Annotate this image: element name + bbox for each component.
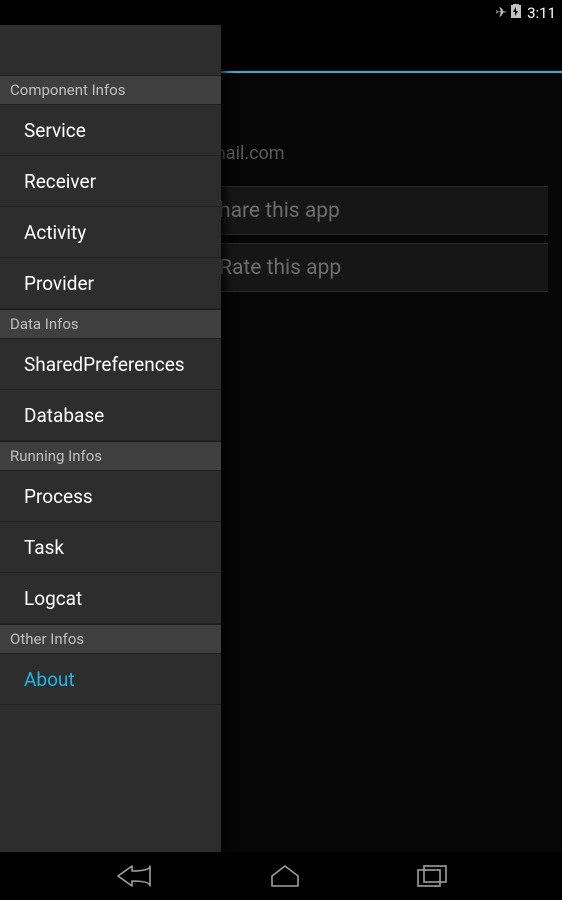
drawer-item-about[interactable]: About: [0, 654, 221, 705]
drawer-item-service[interactable]: Service: [0, 105, 221, 156]
drawer-section-header: Data Infos: [0, 309, 221, 339]
share-app-button[interactable]: hare this app: [210, 186, 548, 235]
home-button[interactable]: [269, 864, 301, 888]
rate-app-button[interactable]: Rate this app: [210, 243, 548, 292]
drawer-item-sharedpreferences[interactable]: SharedPreferences: [0, 339, 221, 390]
system-nav-bar: [0, 852, 562, 900]
drawer-actionbar-spacer: [0, 25, 221, 75]
contact-email-fragment: mail.com: [210, 143, 285, 164]
back-button[interactable]: [116, 864, 154, 888]
navigation-drawer: Component InfosServiceReceiverActivityPr…: [0, 25, 221, 852]
status-bar: ✈ 3:11: [0, 0, 562, 25]
battery-charging-icon: [511, 3, 521, 22]
drawer-section-header: Component Infos: [0, 75, 221, 105]
drawer-item-process[interactable]: Process: [0, 471, 221, 522]
airplane-mode-icon: ✈: [495, 6, 507, 20]
drawer-scroll[interactable]: Component InfosServiceReceiverActivityPr…: [0, 75, 221, 852]
drawer-item-activity[interactable]: Activity: [0, 207, 221, 258]
status-time: 3:11: [527, 4, 556, 22]
drawer-section-header: Other Infos: [0, 624, 221, 654]
drawer-item-logcat[interactable]: Logcat: [0, 573, 221, 624]
drawer-item-receiver[interactable]: Receiver: [0, 156, 221, 207]
drawer-item-provider[interactable]: Provider: [0, 258, 221, 309]
drawer-item-task[interactable]: Task: [0, 522, 221, 573]
drawer-section-header: Running Infos: [0, 441, 221, 471]
drawer-item-database[interactable]: Database: [0, 390, 221, 441]
recents-button[interactable]: [417, 865, 447, 887]
